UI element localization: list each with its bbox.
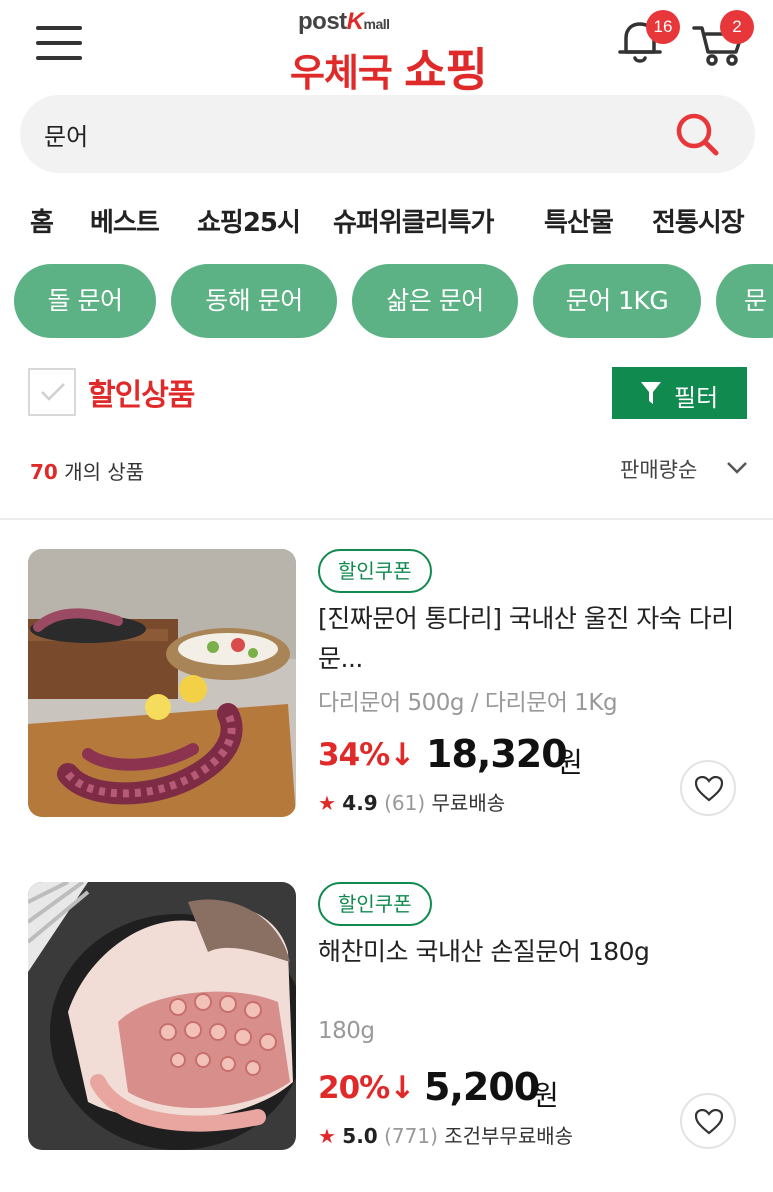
wishlist-button[interactable] (680, 760, 736, 816)
rating-score: 5.0 (342, 1124, 378, 1148)
notification-badge: 16 (646, 10, 680, 44)
discount-rate: 34%↓ (318, 737, 415, 773)
product-rating: ★ 4.9 (61) 무료배송 (318, 787, 505, 816)
product-card[interactable]: 할인쿠폰 해찬미소 국내산 손질문어 180g 180g 20%↓ 5,200 … (0, 882, 773, 1162)
funnel-icon (641, 382, 661, 404)
check-icon (41, 383, 65, 401)
product-price: 5,200 (424, 1065, 540, 1109)
shipping-info: 조건부무료배송 (444, 1124, 574, 1148)
discount-rate: 20%↓ (318, 1070, 415, 1106)
category-nav: 홈 베스트 쇼핑25시 슈퍼위클리특가 특산물 전통시장 (0, 196, 773, 246)
chip-keyword[interactable]: 문 (716, 264, 773, 338)
octopus-legs-photo (28, 549, 296, 817)
heart-icon (695, 776, 723, 802)
cart-button[interactable]: 2 (690, 10, 754, 70)
product-price: 18,320 (426, 732, 568, 776)
logo-sub: postKmall (298, 8, 390, 35)
logo[interactable]: postKmall 우체국 쇼핑 (290, 6, 490, 97)
coupon-badge: 할인쿠폰 (318, 882, 432, 926)
chip-keyword[interactable]: 삶은 문어 (352, 264, 518, 338)
chip-keyword[interactable]: 동해 문어 (171, 264, 337, 338)
product-card[interactable]: 할인쿠폰 [진짜문어 통다리] 국내산 울진 자숙 다리문... 다리문어 50… (0, 549, 773, 829)
product-name[interactable]: 해찬미소 국내산 손질문어 180g (318, 932, 738, 972)
product-rating: ★ 5.0 (771) 조건부무료배송 (318, 1120, 573, 1149)
price-currency: 원 (533, 1079, 559, 1112)
price-currency: 원 (557, 746, 583, 779)
octopus-photo (28, 882, 296, 1150)
shipping-info: 무료배송 (431, 791, 506, 815)
filter-bar: 할인상품 필터 (0, 362, 773, 422)
nav-tab-super-weekly[interactable]: 슈퍼위클리특가 (333, 202, 494, 239)
notification-bell-button[interactable]: 16 (614, 10, 680, 70)
sort-label: 판매량순 (620, 458, 698, 482)
review-count: (61) (384, 791, 426, 815)
divider (0, 518, 773, 520)
search-input[interactable] (44, 109, 664, 159)
heart-icon (695, 1109, 723, 1135)
result-summary: 70 개의 상품 판매량순 (0, 448, 773, 494)
product-name[interactable]: [진짜문어 통다리] 국내산 울진 자숙 다리문... (318, 599, 738, 679)
rating-score: 4.9 (342, 791, 378, 815)
star-icon: ★ (318, 1124, 336, 1148)
nav-tab-traditional-market[interactable]: 전통시장 (652, 202, 745, 239)
coupon-badge: 할인쿠폰 (318, 549, 432, 593)
logo-main: 우체국 쇼핑 (290, 43, 488, 97)
nav-tab-home[interactable]: 홈 (30, 202, 54, 239)
star-icon: ★ (318, 791, 336, 815)
product-image[interactable] (28, 882, 296, 1150)
menu-icon[interactable] (36, 24, 82, 62)
chip-keyword[interactable]: 돌 문어 (14, 264, 156, 338)
search-button[interactable] (670, 107, 726, 163)
chip-keyword[interactable]: 문어 1KG (533, 264, 701, 338)
discount-checkbox[interactable] (28, 368, 76, 416)
nav-tab-shopping25[interactable]: 쇼핑25시 (197, 202, 301, 239)
app-header: postKmall 우체국 쇼핑 16 2 (0, 0, 773, 97)
review-count: (771) (384, 1124, 438, 1148)
keyword-chips: 돌 문어 동해 문어 삶은 문어 문어 1KG 문 (0, 264, 773, 340)
chevron-down-icon (727, 462, 747, 474)
result-count: 70 개의 상품 (30, 460, 145, 484)
nav-tab-specialty[interactable]: 특산물 (544, 202, 614, 239)
search-icon (676, 113, 719, 156)
product-options: 180g (318, 1018, 375, 1044)
search-bar (20, 95, 755, 173)
filter-button-label: 필터 (674, 384, 719, 412)
wishlist-button[interactable] (680, 1093, 736, 1149)
discount-label[interactable]: 할인상품 (88, 370, 195, 414)
nav-tab-best[interactable]: 베스트 (90, 202, 160, 239)
product-image[interactable] (28, 549, 296, 817)
product-options: 다리문어 500g / 다리문어 1Kg (318, 690, 618, 716)
cart-badge: 2 (720, 10, 754, 44)
filter-button[interactable]: 필터 (612, 367, 747, 419)
sort-dropdown[interactable]: 판매량순 (620, 454, 747, 484)
